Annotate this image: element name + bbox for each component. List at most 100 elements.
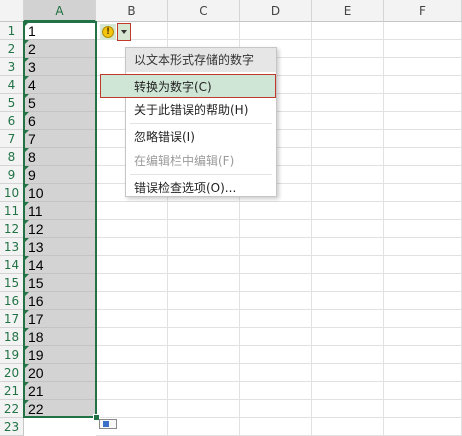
cell[interactable] [168,274,240,292]
column-header-e[interactable]: E [312,0,384,22]
cell[interactable] [384,202,462,220]
row-header[interactable]: 23 [0,418,24,436]
cell[interactable] [96,292,168,310]
row-header[interactable]: 1 [0,22,24,40]
row-header[interactable]: 12 [0,220,24,238]
cell-a[interactable]: 3 [24,58,96,76]
cell[interactable] [384,76,462,94]
menu-item-error-check-options[interactable]: 错误检查选项(O)... [126,176,276,200]
cell[interactable] [384,58,462,76]
cell[interactable] [96,256,168,274]
cell-a[interactable]: 20 [24,364,96,382]
cell[interactable] [384,40,462,58]
cell[interactable] [384,112,462,130]
cell-a[interactable]: 7 [24,130,96,148]
cell[interactable] [96,328,168,346]
row-header[interactable]: 15 [0,274,24,292]
cell[interactable] [384,292,462,310]
cell[interactable] [168,238,240,256]
cell[interactable] [384,346,462,364]
cell[interactable] [312,94,384,112]
cell[interactable] [312,76,384,94]
row-header[interactable]: 20 [0,364,24,382]
cell[interactable] [312,346,384,364]
row-header[interactable]: 17 [0,310,24,328]
cell[interactable] [384,382,462,400]
row-header[interactable]: 7 [0,130,24,148]
cell[interactable] [96,238,168,256]
cell[interactable] [240,220,312,238]
cell-a[interactable]: 11 [24,202,96,220]
cell[interactable] [168,292,240,310]
cell[interactable] [312,148,384,166]
row-header[interactable]: 3 [0,58,24,76]
cell[interactable] [384,328,462,346]
column-header-f[interactable]: F [384,0,462,22]
cell[interactable] [96,382,168,400]
cell[interactable] [384,166,462,184]
cell[interactable] [168,418,240,436]
cell[interactable] [240,328,312,346]
row-header[interactable]: 2 [0,40,24,58]
row-header[interactable]: 13 [0,238,24,256]
cell-a[interactable]: 12 [24,220,96,238]
cell[interactable] [312,22,384,40]
cell[interactable] [96,202,168,220]
cell[interactable] [168,202,240,220]
cell-a[interactable]: 9 [24,166,96,184]
cell-a[interactable]: 14 [24,256,96,274]
cell[interactable] [384,94,462,112]
cell[interactable] [240,418,312,436]
cell[interactable] [384,22,462,40]
row-header[interactable]: 5 [0,94,24,112]
cell[interactable] [312,238,384,256]
cell-a[interactable]: 4 [24,76,96,94]
paste-options-button[interactable] [99,419,117,429]
row-header[interactable]: 18 [0,328,24,346]
cell[interactable] [240,238,312,256]
cell[interactable] [312,364,384,382]
cell[interactable] [168,310,240,328]
cell-a[interactable]: 17 [24,310,96,328]
column-header-d[interactable]: D [240,0,312,22]
cell[interactable] [96,364,168,382]
cell[interactable] [384,184,462,202]
cell[interactable] [240,22,312,40]
cell-a[interactable]: 13 [24,238,96,256]
cell[interactable] [312,112,384,130]
cell[interactable] [312,58,384,76]
cell[interactable] [168,346,240,364]
menu-item-convert-to-number[interactable]: 转换为数字(C) [100,74,276,98]
row-header[interactable]: 6 [0,112,24,130]
cell-a[interactable]: 22 [24,400,96,418]
cell[interactable] [96,220,168,238]
cell[interactable] [384,310,462,328]
cell[interactable] [240,364,312,382]
cell[interactable] [168,364,240,382]
cell[interactable] [312,220,384,238]
cell-a[interactable]: 5 [24,94,96,112]
cell[interactable] [384,418,462,436]
cell[interactable] [168,220,240,238]
cell[interactable] [96,310,168,328]
row-header[interactable]: 21 [0,382,24,400]
cell-a[interactable]: 6 [24,112,96,130]
cell[interactable] [384,148,462,166]
cell[interactable] [168,256,240,274]
cell[interactable] [312,382,384,400]
cell[interactable] [96,346,168,364]
row-header[interactable]: 16 [0,292,24,310]
row-header[interactable]: 19 [0,346,24,364]
cell[interactable] [384,130,462,148]
cell[interactable] [96,400,168,418]
row-header[interactable]: 11 [0,202,24,220]
row-header[interactable]: 8 [0,148,24,166]
cell[interactable] [312,400,384,418]
cell[interactable] [384,274,462,292]
cell[interactable] [96,274,168,292]
error-dropdown-button[interactable] [117,23,131,41]
row-header[interactable]: 10 [0,184,24,202]
active-cell-a1[interactable]: 1 [24,22,96,40]
cell[interactable] [312,40,384,58]
cell[interactable] [312,418,384,436]
